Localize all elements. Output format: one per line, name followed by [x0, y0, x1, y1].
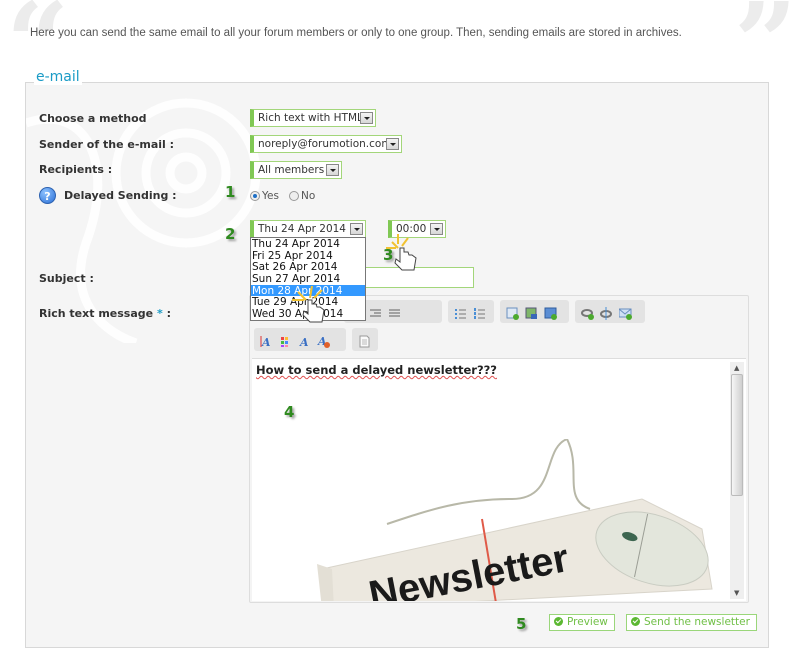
insert-media-icon[interactable] — [544, 305, 557, 320]
numbered-list-icon[interactable] — [473, 305, 486, 319]
date-option[interactable]: Thu 24 Apr 2014 — [251, 238, 365, 250]
fieldset-legend: e-mail — [34, 69, 82, 85]
sender-select-value: noreply@forumotion.com — [258, 138, 392, 150]
date-select[interactable]: Thu 24 Apr 2014 — [250, 220, 366, 238]
date-select-value: Thu 24 Apr 2014 — [258, 223, 346, 235]
bullet-list-icon[interactable] — [454, 305, 467, 319]
label-suffix: : — [166, 307, 171, 320]
radio-no[interactable]: No — [288, 190, 315, 202]
chevron-down-icon[interactable] — [360, 112, 373, 124]
sender-label: Sender of the e-mail : — [39, 138, 175, 151]
check-icon — [554, 616, 563, 626]
email-fieldset: e-mail Choose a method Rich text with HT… — [25, 69, 769, 648]
step-marker-1: 1 — [225, 183, 236, 201]
radio-yes-label[interactable]: Yes — [262, 190, 279, 202]
chevron-down-icon[interactable] — [430, 223, 443, 235]
scrollbar-thumb[interactable] — [731, 374, 743, 496]
method-label: Choose a method — [39, 112, 147, 125]
preview-button[interactable]: Preview — [549, 614, 615, 631]
source-document-icon[interactable] — [358, 333, 371, 348]
insert-email-icon[interactable] — [618, 305, 632, 320]
step-marker-5: 5 — [516, 615, 527, 633]
font-family-icon[interactable]: A — [298, 333, 311, 349]
recipients-select-value: All members — [258, 164, 325, 176]
help-icon[interactable]: ? — [39, 187, 56, 204]
subject-label: Subject : — [39, 272, 94, 285]
unlink-icon[interactable] — [600, 305, 613, 320]
recipients-label: Recipients : — [39, 163, 113, 176]
chevron-down-icon[interactable] — [386, 138, 399, 150]
scroll-down-icon[interactable]: ▼ — [734, 589, 739, 597]
message-label-text: Rich text message — [39, 307, 154, 320]
svg-text:A: A — [299, 336, 309, 348]
step-marker-2: 2 — [225, 225, 236, 243]
chevron-down-icon[interactable] — [350, 223, 363, 235]
remove-format-icon[interactable]: A — [317, 333, 330, 348]
method-select[interactable]: Rich text with HTML — [250, 109, 376, 127]
step-marker-4: 4 — [284, 403, 295, 421]
date-option[interactable]: Sat 26 Apr 2014 — [251, 261, 365, 274]
date-option[interactable]: Sun 27 Apr 2014 — [251, 273, 365, 285]
font-size-icon[interactable]: A — [260, 333, 273, 349]
scroll-up-icon[interactable]: ▲ — [734, 364, 739, 372]
hand-cursor-icon — [292, 286, 325, 323]
radio-no-label[interactable]: No — [301, 190, 315, 202]
toolbar-group-font: A A A — [254, 328, 346, 351]
chevron-down-icon[interactable] — [326, 164, 339, 176]
toolbar-group-links — [575, 300, 645, 323]
editor-scrollbar[interactable]: ▲ ▼ — [730, 362, 744, 599]
delayed-sending-radio-group: Yes No — [250, 190, 315, 202]
delayed-sending-label: Delayed Sending : — [64, 189, 177, 202]
svg-text:A: A — [261, 336, 271, 348]
sender-select[interactable]: noreply@forumotion.com — [250, 135, 402, 153]
toolbar-group-source — [352, 328, 378, 351]
hand-cursor-icon — [386, 234, 417, 271]
editor-content-area[interactable]: How to send a delayed newsletter??? 4 Ne… — [252, 358, 746, 601]
radio-yes-button[interactable] — [250, 191, 260, 201]
align-justify-icon[interactable] — [388, 305, 401, 318]
required-mark: * — [156, 307, 163, 320]
align-right-icon[interactable] — [369, 305, 382, 318]
message-label: Rich text message * : — [39, 307, 171, 320]
method-select-value: Rich text with HTML — [258, 112, 363, 124]
send-newsletter-button[interactable]: Send the newsletter — [626, 614, 757, 631]
date-option[interactable]: Fri 25 Apr 2014 — [251, 250, 365, 262]
preview-button-label: Preview — [567, 616, 608, 628]
toolbar-group-insert — [500, 300, 569, 323]
radio-yes[interactable]: Yes — [250, 190, 279, 202]
intro-text: Here you can send the same email to all … — [30, 27, 682, 39]
rich-text-editor: A A A How to send a delayed newsletter??… — [249, 295, 749, 603]
recipients-select[interactable]: All members — [250, 161, 342, 179]
font-color-icon[interactable] — [279, 333, 292, 347]
newsletter-image: Newsletter — [317, 439, 713, 601]
insert-link-icon[interactable] — [581, 305, 594, 320]
insert-image-icon[interactable] — [525, 305, 538, 319]
radio-no-button[interactable] — [288, 191, 299, 201]
insert-table-icon[interactable] — [506, 305, 519, 320]
toolbar-group-lists — [448, 300, 494, 323]
send-newsletter-button-label: Send the newsletter — [644, 616, 750, 628]
message-content-title: How to send a delayed newsletter??? — [256, 363, 497, 377]
check-icon — [631, 616, 640, 626]
